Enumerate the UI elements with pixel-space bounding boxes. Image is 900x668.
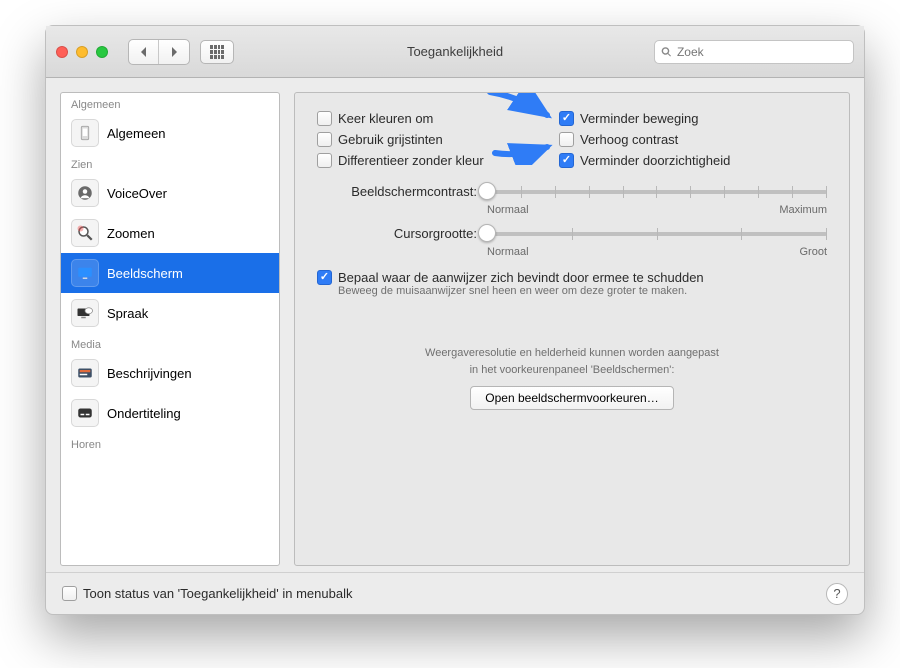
- speech-icon: [71, 299, 99, 327]
- sidebar-list[interactable]: Algemeen Algemeen Zien VoiceOver: [61, 93, 279, 565]
- search-field[interactable]: [654, 40, 854, 64]
- open-display-prefs-button[interactable]: Open beeldschermvoorkeuren…: [470, 386, 673, 410]
- checkbox-icon: [559, 132, 574, 147]
- zoom-icon[interactable]: [96, 46, 108, 58]
- descriptions-icon: [71, 359, 99, 387]
- checkbox-reduce-transparency[interactable]: Verminder doorzichtigheid: [559, 153, 827, 168]
- slider-display-contrast: Beeldschermcontrast: Normaal Maximum: [317, 182, 827, 216]
- sidebar-item-label: Beschrijvingen: [107, 366, 192, 381]
- sidebar: Algemeen Algemeen Zien VoiceOver: [60, 92, 280, 566]
- display-icon: [71, 259, 99, 287]
- checkbox-grid: Keer kleuren om Verminder beweging Gebru…: [317, 111, 827, 168]
- preferences-window: Toegankelijkheid Algemeen Algemeen Zien: [45, 25, 865, 615]
- sidebar-item-label: Ondertiteling: [107, 406, 181, 421]
- checkbox-grayscale[interactable]: Gebruik grijstinten: [317, 132, 547, 147]
- sidebar-item-label: VoiceOver: [107, 186, 167, 201]
- checkbox-label: Verminder doorzichtigheid: [580, 153, 730, 168]
- close-icon[interactable]: [56, 46, 68, 58]
- sidebar-item-label: Beeldscherm: [107, 266, 183, 281]
- sidebar-item-speech[interactable]: Spraak: [61, 293, 279, 333]
- slider-min-label: Normaal: [487, 204, 529, 216]
- search-input[interactable]: [677, 45, 847, 59]
- checkbox-invert-colors[interactable]: Keer kleuren om: [317, 111, 547, 126]
- checkbox-icon: [317, 132, 332, 147]
- checkbox-icon: [559, 153, 574, 168]
- back-button[interactable]: [129, 40, 159, 64]
- resolution-note: Weergaveresolutie en helderheid kunnen w…: [317, 345, 827, 378]
- group-header: Horen: [61, 433, 279, 453]
- checkbox-label: Keer kleuren om: [338, 111, 433, 126]
- checkbox-reduce-motion[interactable]: Verminder beweging: [559, 111, 827, 126]
- checkbox-label: Gebruik grijstinten: [338, 132, 443, 147]
- checkbox-label: Differentieer zonder kleur: [338, 153, 484, 168]
- slider-label: Beeldschermcontrast:: [317, 182, 477, 199]
- group-header: Algemeen: [61, 93, 279, 113]
- sidebar-item-zoom[interactable]: Zoomen: [61, 213, 279, 253]
- sidebar-item-label: Spraak: [107, 306, 148, 321]
- slider-track[interactable]: [487, 224, 827, 244]
- group-header: Media: [61, 333, 279, 353]
- slider-track[interactable]: [487, 182, 827, 202]
- traffic-lights: [56, 46, 108, 58]
- checkbox-increase-contrast[interactable]: Verhoog contrast: [559, 132, 827, 147]
- chevron-right-icon: [169, 47, 179, 57]
- slider-min-label: Normaal: [487, 246, 529, 258]
- shake-description: Beweeg de muisaanwijzer snel heen en wee…: [338, 285, 827, 297]
- checkbox-label: Toon status van 'Toegankelijkheid' in me…: [83, 586, 352, 601]
- checkbox-diff-without-color[interactable]: Differentieer zonder kleur: [317, 153, 547, 168]
- forward-button[interactable]: [159, 40, 189, 64]
- settings-panel: Keer kleuren om Verminder beweging Gebru…: [294, 92, 850, 566]
- checkbox-label: Verminder beweging: [580, 111, 699, 126]
- toolbar: Toegankelijkheid: [46, 26, 864, 78]
- shake-section: Bepaal waar de aanwijzer zich bevindt do…: [317, 270, 827, 297]
- sidebar-item-voiceover[interactable]: VoiceOver: [61, 173, 279, 213]
- slider-knob[interactable]: [478, 182, 496, 200]
- sidebar-item-general[interactable]: Algemeen: [61, 113, 279, 153]
- slider-label: Cursorgrootte:: [317, 224, 477, 241]
- checkbox-icon: [317, 153, 332, 168]
- checkbox-label: Bepaal waar de aanwijzer zich bevindt do…: [338, 270, 704, 285]
- show-all-button[interactable]: [200, 40, 234, 64]
- minimize-icon[interactable]: [76, 46, 88, 58]
- chevron-left-icon: [139, 47, 149, 57]
- slider-max-label: Groot: [799, 246, 827, 258]
- slider-knob[interactable]: [478, 224, 496, 242]
- general-icon: [71, 119, 99, 147]
- sidebar-item-label: Algemeen: [107, 126, 166, 141]
- search-icon: [661, 46, 672, 58]
- checkbox-icon: [317, 270, 332, 285]
- captions-icon: [71, 399, 99, 427]
- checkbox-icon: [317, 111, 332, 126]
- voiceover-icon: [71, 179, 99, 207]
- slider-cursor-size: Cursorgrootte: Normaal Groot: [317, 224, 827, 258]
- slider-max-label: Maximum: [779, 204, 827, 216]
- checkbox-icon: [62, 586, 77, 601]
- sidebar-item-captions[interactable]: Ondertiteling: [61, 393, 279, 433]
- footer: Toon status van 'Toegankelijkheid' in me…: [46, 572, 864, 614]
- nav-segment: [128, 39, 190, 65]
- checkbox-label: Verhoog contrast: [580, 132, 678, 147]
- checkbox-show-status-menubar[interactable]: Toon status van 'Toegankelijkheid' in me…: [62, 586, 352, 601]
- content-area: Algemeen Algemeen Zien VoiceOver: [46, 78, 864, 572]
- checkbox-icon: [559, 111, 574, 126]
- grid-icon: [210, 45, 224, 59]
- group-header: Zien: [61, 153, 279, 173]
- help-button[interactable]: ?: [826, 583, 848, 605]
- sidebar-item-label: Zoomen: [107, 226, 155, 241]
- sidebar-item-descriptions[interactable]: Beschrijvingen: [61, 353, 279, 393]
- sidebar-item-display[interactable]: Beeldscherm: [61, 253, 279, 293]
- zoom-icon: [71, 219, 99, 247]
- checkbox-shake-locate[interactable]: Bepaal waar de aanwijzer zich bevindt do…: [317, 270, 827, 285]
